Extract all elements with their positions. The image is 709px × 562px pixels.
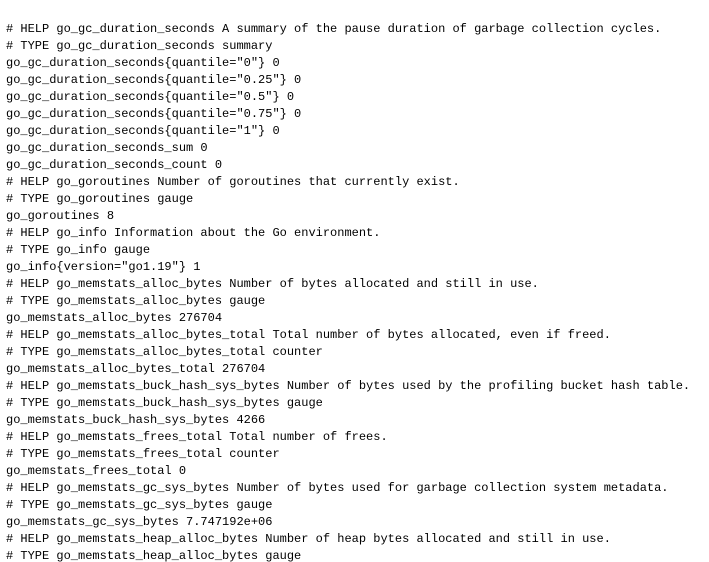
metrics-line: go_memstats_frees_total 0 (6, 464, 186, 478)
metrics-line: # HELP go_goroutines Number of goroutine… (6, 175, 460, 189)
metrics-line: go_gc_duration_seconds{quantile="0.25"} … (6, 73, 301, 87)
metrics-line: go_info{version="go1.19"} 1 (6, 260, 200, 274)
metrics-line: # HELP go_memstats_gc_sys_bytes Number o… (6, 481, 669, 495)
metrics-line: # HELP go_info Information about the Go … (6, 226, 380, 240)
metrics-line: # TYPE go_gc_duration_seconds summary (6, 39, 272, 53)
metrics-line: go_memstats_gc_sys_bytes 7.747192e+06 (6, 515, 272, 529)
metrics-line: # HELP go_memstats_frees_total Total num… (6, 430, 388, 444)
metrics-line: go_memstats_buck_hash_sys_bytes 4266 (6, 413, 265, 427)
metrics-line: # TYPE go_memstats_alloc_bytes gauge (6, 294, 265, 308)
metrics-line: # HELP go_memstats_buck_hash_sys_bytes N… (6, 379, 690, 393)
metrics-line: # HELP go_memstats_heap_alloc_bytes Numb… (6, 532, 611, 546)
metrics-line: # TYPE go_memstats_gc_sys_bytes gauge (6, 498, 272, 512)
metrics-line: # TYPE go_memstats_buck_hash_sys_bytes g… (6, 396, 323, 410)
metrics-line: go_gc_duration_seconds{quantile="1"} 0 (6, 124, 280, 138)
metrics-line: go_gc_duration_seconds{quantile="0.5"} 0 (6, 90, 294, 104)
metrics-line: # TYPE go_info gauge (6, 243, 150, 257)
metrics-line: go_gc_duration_seconds{quantile="0.75"} … (6, 107, 301, 121)
metrics-line: # TYPE go_memstats_alloc_bytes_total cou… (6, 345, 323, 359)
metrics-text-block: # HELP go_gc_duration_seconds A summary … (0, 0, 709, 562)
metrics-line: go_goroutines 8 (6, 209, 114, 223)
metrics-line: go_gc_duration_seconds_count 0 (6, 158, 222, 172)
metrics-line: go_memstats_alloc_bytes 276704 (6, 311, 222, 325)
metrics-line: go_memstats_alloc_bytes_total 276704 (6, 362, 265, 376)
metrics-line: # TYPE go_memstats_heap_alloc_bytes gaug… (6, 549, 301, 562)
metrics-line: # TYPE go_memstats_frees_total counter (6, 447, 280, 461)
metrics-line: # HELP go_gc_duration_seconds A summary … (6, 22, 661, 36)
metrics-line: # TYPE go_goroutines gauge (6, 192, 193, 206)
metrics-line: go_gc_duration_seconds{quantile="0"} 0 (6, 56, 280, 70)
metrics-line: # HELP go_memstats_alloc_bytes Number of… (6, 277, 539, 291)
metrics-line: go_gc_duration_seconds_sum 0 (6, 141, 208, 155)
metrics-line: # HELP go_memstats_alloc_bytes_total Tot… (6, 328, 611, 342)
